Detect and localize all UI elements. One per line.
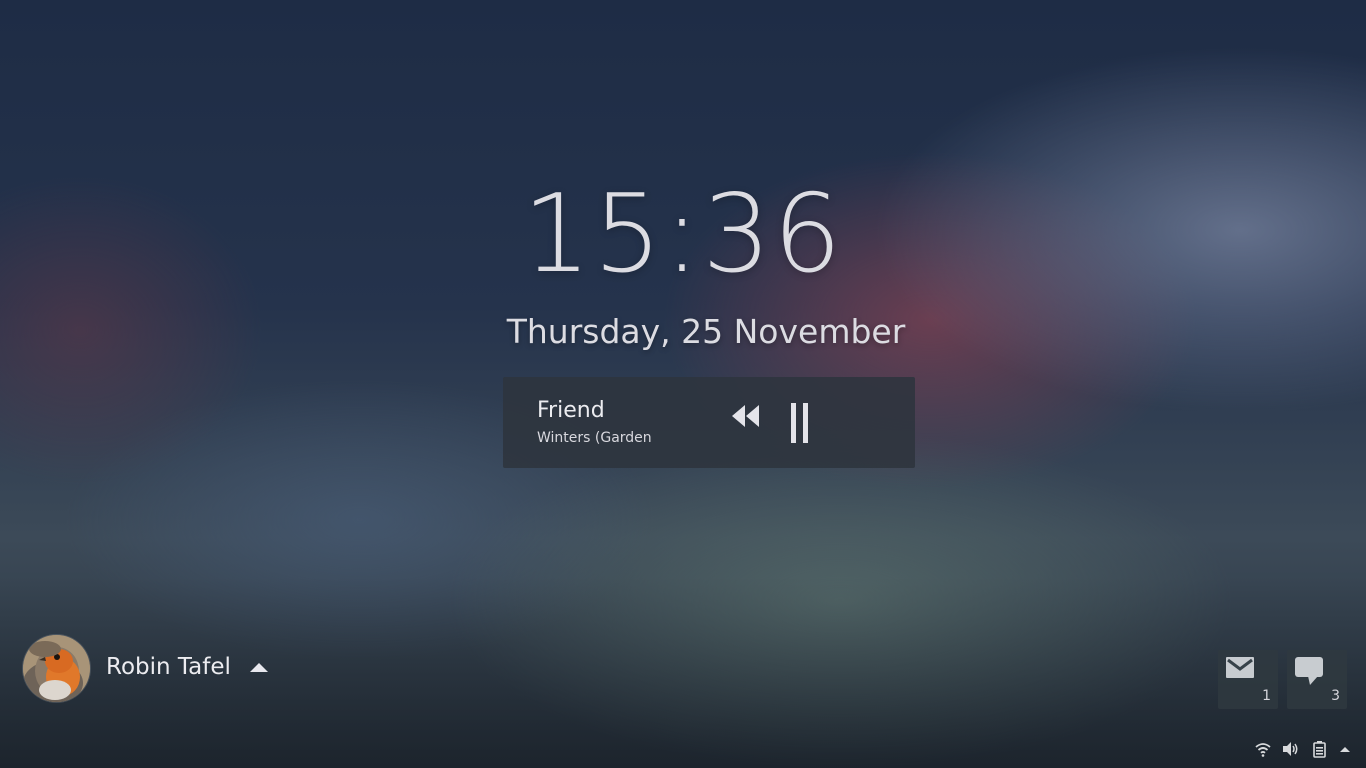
battery-status[interactable]: [1311, 740, 1329, 758]
mail-count: 1: [1262, 688, 1271, 704]
tray-expand-button[interactable]: [1338, 742, 1352, 756]
chat-bubble-icon: [1295, 657, 1323, 685]
rewind-icon: [732, 405, 759, 427]
media-track-title: Friend: [537, 398, 605, 423]
volume-status[interactable]: [1282, 740, 1300, 758]
media-player: Friend Winters (Garden: [503, 377, 915, 468]
pause-button[interactable]: [789, 401, 813, 445]
avatar[interactable]: [23, 635, 90, 702]
media-track-artist: Winters (Garden: [537, 430, 652, 446]
wifi-icon: [1255, 743, 1271, 757]
volume-icon: [1283, 742, 1298, 756]
battery-icon: [1313, 741, 1326, 758]
chat-notifications[interactable]: 3: [1287, 650, 1347, 709]
clock-date: Thursday, 25 November: [506, 312, 906, 351]
pause-icon: [791, 403, 808, 443]
mail-icon: [1226, 657, 1254, 678]
robin-bird-photo: [23, 635, 90, 702]
clock-time: 15:36: [522, 172, 844, 297]
user-name[interactable]: Robin Tafel: [106, 652, 231, 682]
chat-count: 3: [1331, 688, 1340, 704]
caret-up-icon: [1340, 747, 1350, 752]
wifi-status[interactable]: [1254, 740, 1272, 758]
caret-up-icon: [250, 663, 268, 672]
user-menu-toggle[interactable]: [248, 660, 270, 676]
mail-notifications[interactable]: 1: [1218, 650, 1278, 709]
rewind-button[interactable]: [731, 403, 761, 429]
